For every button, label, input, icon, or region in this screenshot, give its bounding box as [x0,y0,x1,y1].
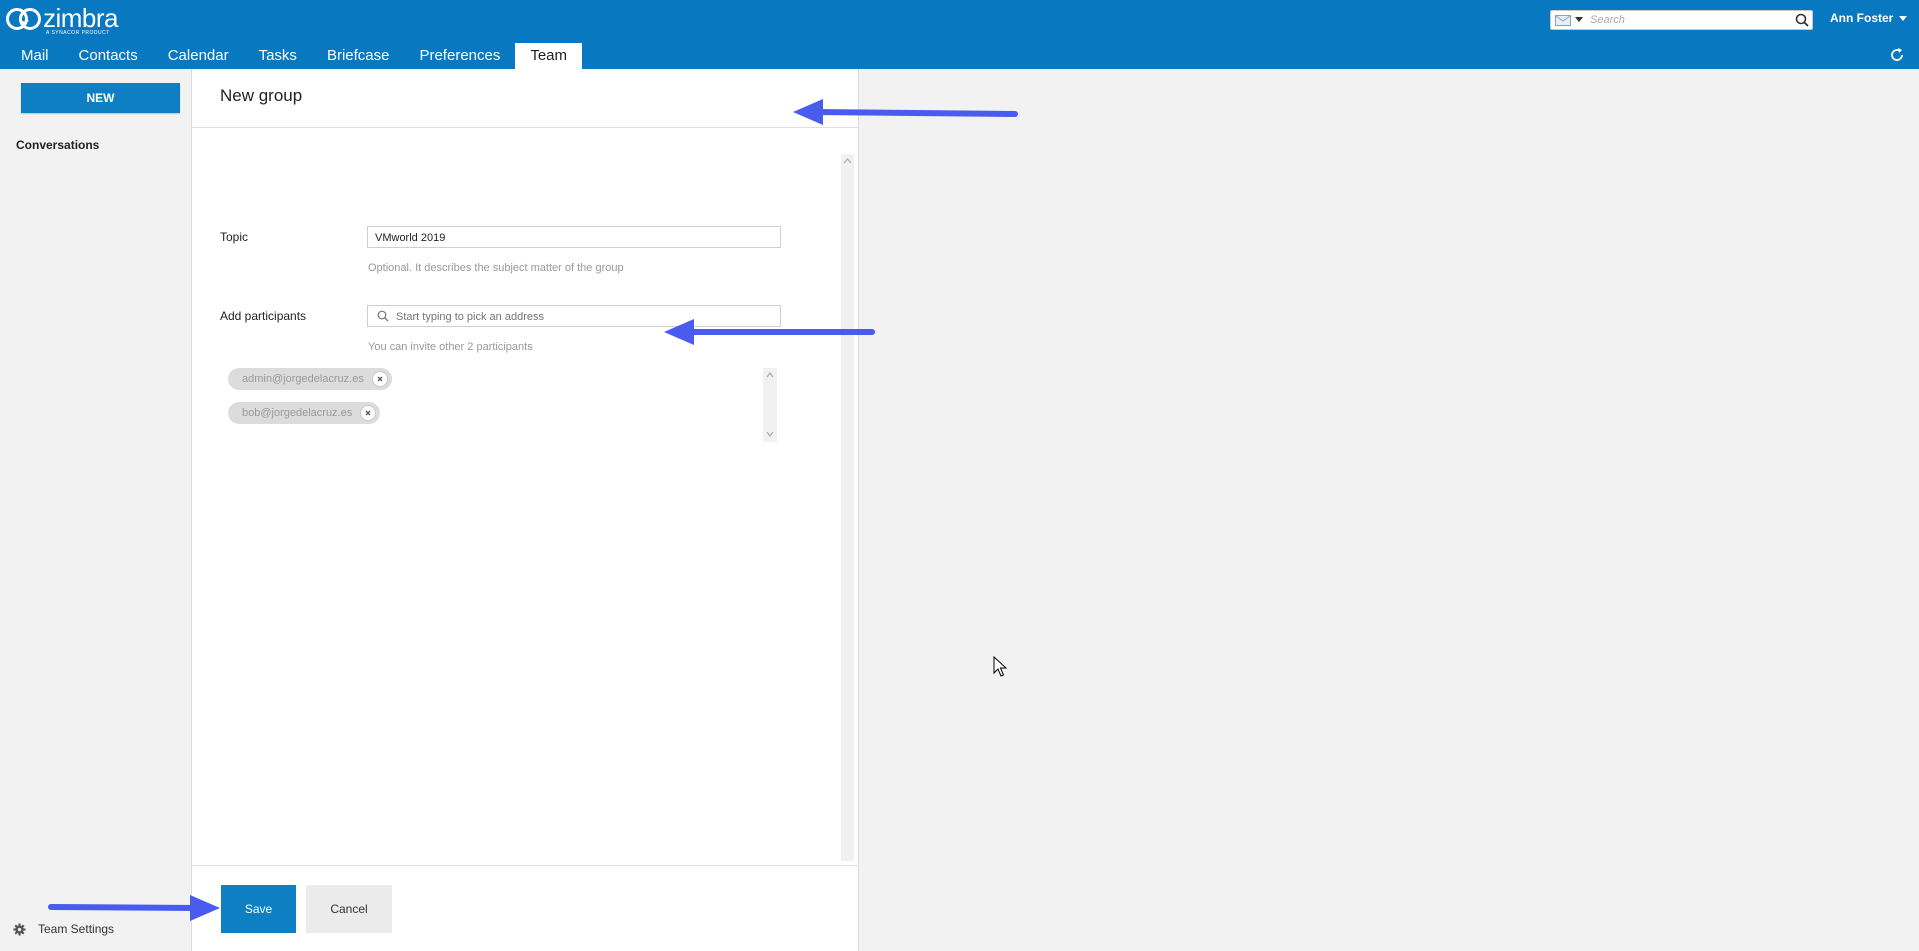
tab-contacts[interactable]: Contacts [64,43,153,69]
chevron-down-icon [1575,17,1583,22]
mouse-cursor-icon [993,656,1007,677]
remove-participant-button[interactable] [371,371,388,387]
tab-briefcase[interactable]: Briefcase [312,43,405,69]
topic-field[interactable] [367,226,781,248]
search-icon [377,310,389,322]
logo-text: zimbra [43,3,119,33]
user-menu[interactable]: Ann Foster [1830,11,1908,25]
tab-preferences[interactable]: Preferences [404,43,515,69]
new-group-panel: New group Topic Optional. It describes t… [192,69,859,951]
participant-list: admin@jorgedelacruz.es bob@jorgedelacruz… [223,368,781,442]
scrollbar[interactable] [841,154,854,861]
topic-hint: Optional. It describes the subject matte… [368,262,624,274]
user-name: Ann Foster [1830,11,1894,25]
participant-chip: bob@jorgedelacruz.es [228,402,381,424]
chevron-down-icon [1899,15,1908,21]
app-tabs: Mail Contacts Calendar Tasks Briefcase P… [6,43,583,69]
search-icon[interactable] [1795,13,1809,27]
tab-mail[interactable]: Mail [6,43,64,69]
close-icon [365,410,371,416]
tab-tasks[interactable]: Tasks [244,43,312,69]
form-area: Topic Optional. It describes the subject… [192,128,858,866]
chevron-up-icon [766,372,774,378]
top-bar: zimbra A SYNACOR PRODUCT Ann Foster Mail… [0,0,1919,69]
participant-email: bob@jorgedelacruz.es [242,407,353,419]
annotation-arrow [793,99,1018,125]
search-input[interactable] [1590,13,1786,26]
page-title: New group [220,86,303,105]
topic-input[interactable] [375,230,770,245]
divider [192,865,858,866]
sidebar-item-conversations[interactable]: Conversations [16,138,99,152]
participants-label: Add participants [220,309,307,323]
annotation-arrow [664,319,875,345]
team-settings-label: Team Settings [38,922,115,936]
tab-calendar[interactable]: Calendar [153,43,244,69]
participant-email: admin@jorgedelacruz.es [242,373,364,385]
logo-subtext: A SYNACOR PRODUCT [46,30,110,36]
gear-icon [13,922,26,936]
envelope-icon [1555,14,1571,26]
participant-list-scrollbar[interactable] [763,368,777,442]
team-settings-link[interactable]: Team Settings [13,922,114,936]
chevron-up-icon [843,158,852,164]
annotation-arrow [48,895,220,921]
close-icon [377,376,383,382]
search-box [1550,10,1813,30]
refresh-icon[interactable] [1889,47,1905,63]
new-button[interactable]: NEW [21,83,180,113]
participants-hint: You can invite other 2 participants [368,341,533,353]
zimbra-logo-icon [6,8,41,30]
zimbra-logo[interactable]: zimbra A SYNACOR PRODUCT [6,3,119,36]
topic-label: Topic [220,230,249,244]
remove-participant-button[interactable] [360,405,377,421]
participant-chip: admin@jorgedelacruz.es [228,368,392,390]
sidebar: NEW Conversations Team Settings [0,69,192,951]
save-button[interactable]: Save [221,885,296,933]
tab-team[interactable]: Team [515,43,583,69]
chevron-down-icon [766,431,774,437]
cancel-button[interactable]: Cancel [306,885,392,933]
search-type-dropdown[interactable] [1555,13,1585,27]
